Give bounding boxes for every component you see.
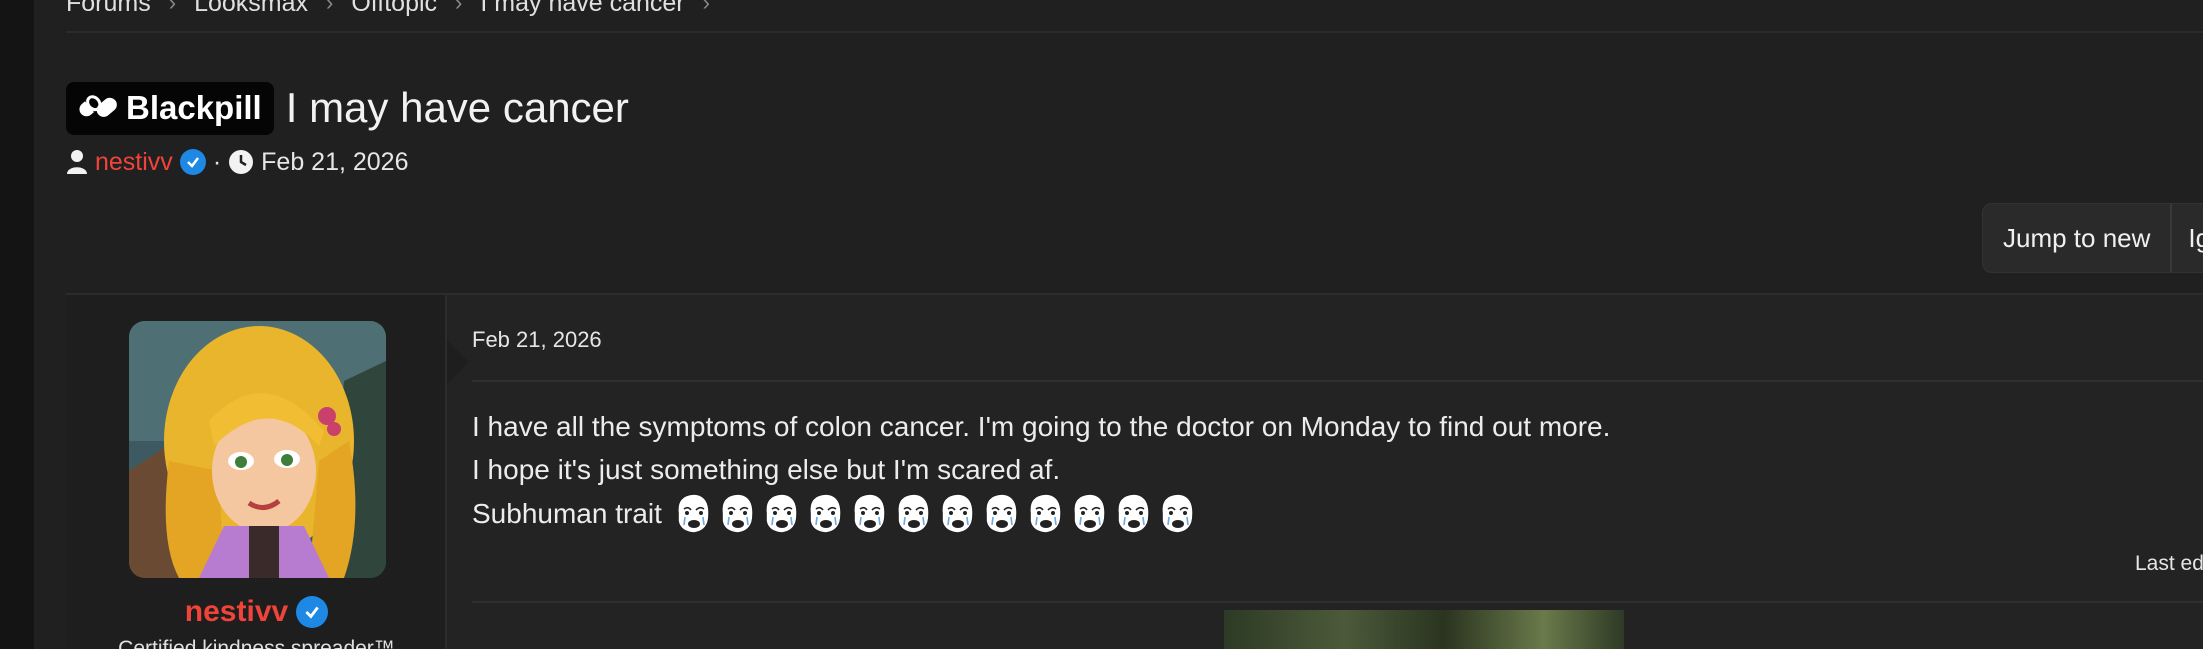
breadcrumb-item-forums[interactable]: Forums <box>66 0 151 18</box>
left-edge-strip <box>0 0 34 649</box>
post-line: Subhuman trait <box>472 497 662 529</box>
post-line-with-emoji: Subhuman trait <box>472 491 1610 535</box>
chevron-right-icon: › <box>168 0 177 15</box>
thread-title-row: Blackpill I may have cancer <box>66 80 629 136</box>
chevron-right-icon: › <box>702 0 710 15</box>
verified-badge-icon <box>296 596 329 628</box>
avatar[interactable] <box>129 321 386 578</box>
crying-wojak-icon <box>1160 493 1194 534</box>
last-edited-note: Last ed <box>2135 552 2203 575</box>
crying-wojak-icon <box>764 493 798 534</box>
crying-wojak-icon <box>896 493 930 534</box>
page-title: I may have cancer <box>285 84 629 131</box>
breadcrumb-item-offtopic[interactable]: Offtopic <box>351 0 437 18</box>
jump-to-new-button[interactable]: Jump to new <box>1983 204 2173 272</box>
attached-image[interactable] <box>1224 610 1624 649</box>
prefix-badge[interactable]: Blackpill <box>66 81 274 135</box>
crying-wojak-icon <box>852 493 886 534</box>
crying-wojak-icon <box>676 493 710 534</box>
post-username-link[interactable]: nestivv <box>185 595 288 629</box>
user-title: Certified kindness spreader™ <box>118 637 395 649</box>
post-date-link[interactable]: Feb 21, 2026 <box>472 327 602 353</box>
breadcrumb-item-looksmax[interactable]: Looksmax <box>194 0 308 18</box>
pill-icon <box>79 94 117 117</box>
crying-wojak-icon <box>984 493 1018 534</box>
emoji-row <box>672 491 1198 535</box>
post: nestivv Certified kindness spreader™ Feb… <box>66 293 2203 649</box>
crying-wojak-icon <box>1116 493 1150 534</box>
chevron-right-icon: › <box>455 0 463 15</box>
breadcrumb-divider <box>66 31 2203 33</box>
post-user-cell: nestivv Certified kindness spreader™ <box>66 295 447 649</box>
post-arrow <box>447 340 469 384</box>
post-body: I have all the symptoms of colon cancer.… <box>472 405 1610 535</box>
prefix-label: Blackpill <box>126 89 262 126</box>
post-username-row: nestivv <box>66 595 447 629</box>
ignore-button[interactable]: Ig <box>2172 223 2203 254</box>
crying-wojak-icon <box>940 493 974 534</box>
breadcrumb-item-current[interactable]: I may have cancer <box>480 0 684 18</box>
clock-icon <box>229 150 254 174</box>
thread-action-buttons: Jump to new Ig <box>1982 203 2203 273</box>
user-icon <box>67 150 87 174</box>
chevron-right-icon: › <box>326 0 334 15</box>
thread-meta: nestivv · Feb 21, 2026 <box>66 146 408 178</box>
post-line: I have all the symptoms of colon cancer.… <box>472 411 1611 442</box>
crying-wojak-icon <box>1072 493 1106 534</box>
post-header-divider <box>472 380 2203 382</box>
thread-author-link[interactable]: nestivv <box>95 148 173 177</box>
meta-separator: · <box>212 147 222 176</box>
crying-wojak-icon <box>808 493 842 534</box>
breadcrumb: Forums › Looksmax › Offtopic › I may hav… <box>66 0 710 18</box>
crying-wojak-icon <box>1028 493 1062 534</box>
post-body-divider <box>472 601 2203 603</box>
verified-badge-icon <box>179 149 206 175</box>
crying-wojak-icon <box>720 493 754 534</box>
thread-date-link[interactable]: Feb 21, 2026 <box>261 148 408 177</box>
post-line: I hope it's just something else but I'm … <box>472 454 1061 485</box>
